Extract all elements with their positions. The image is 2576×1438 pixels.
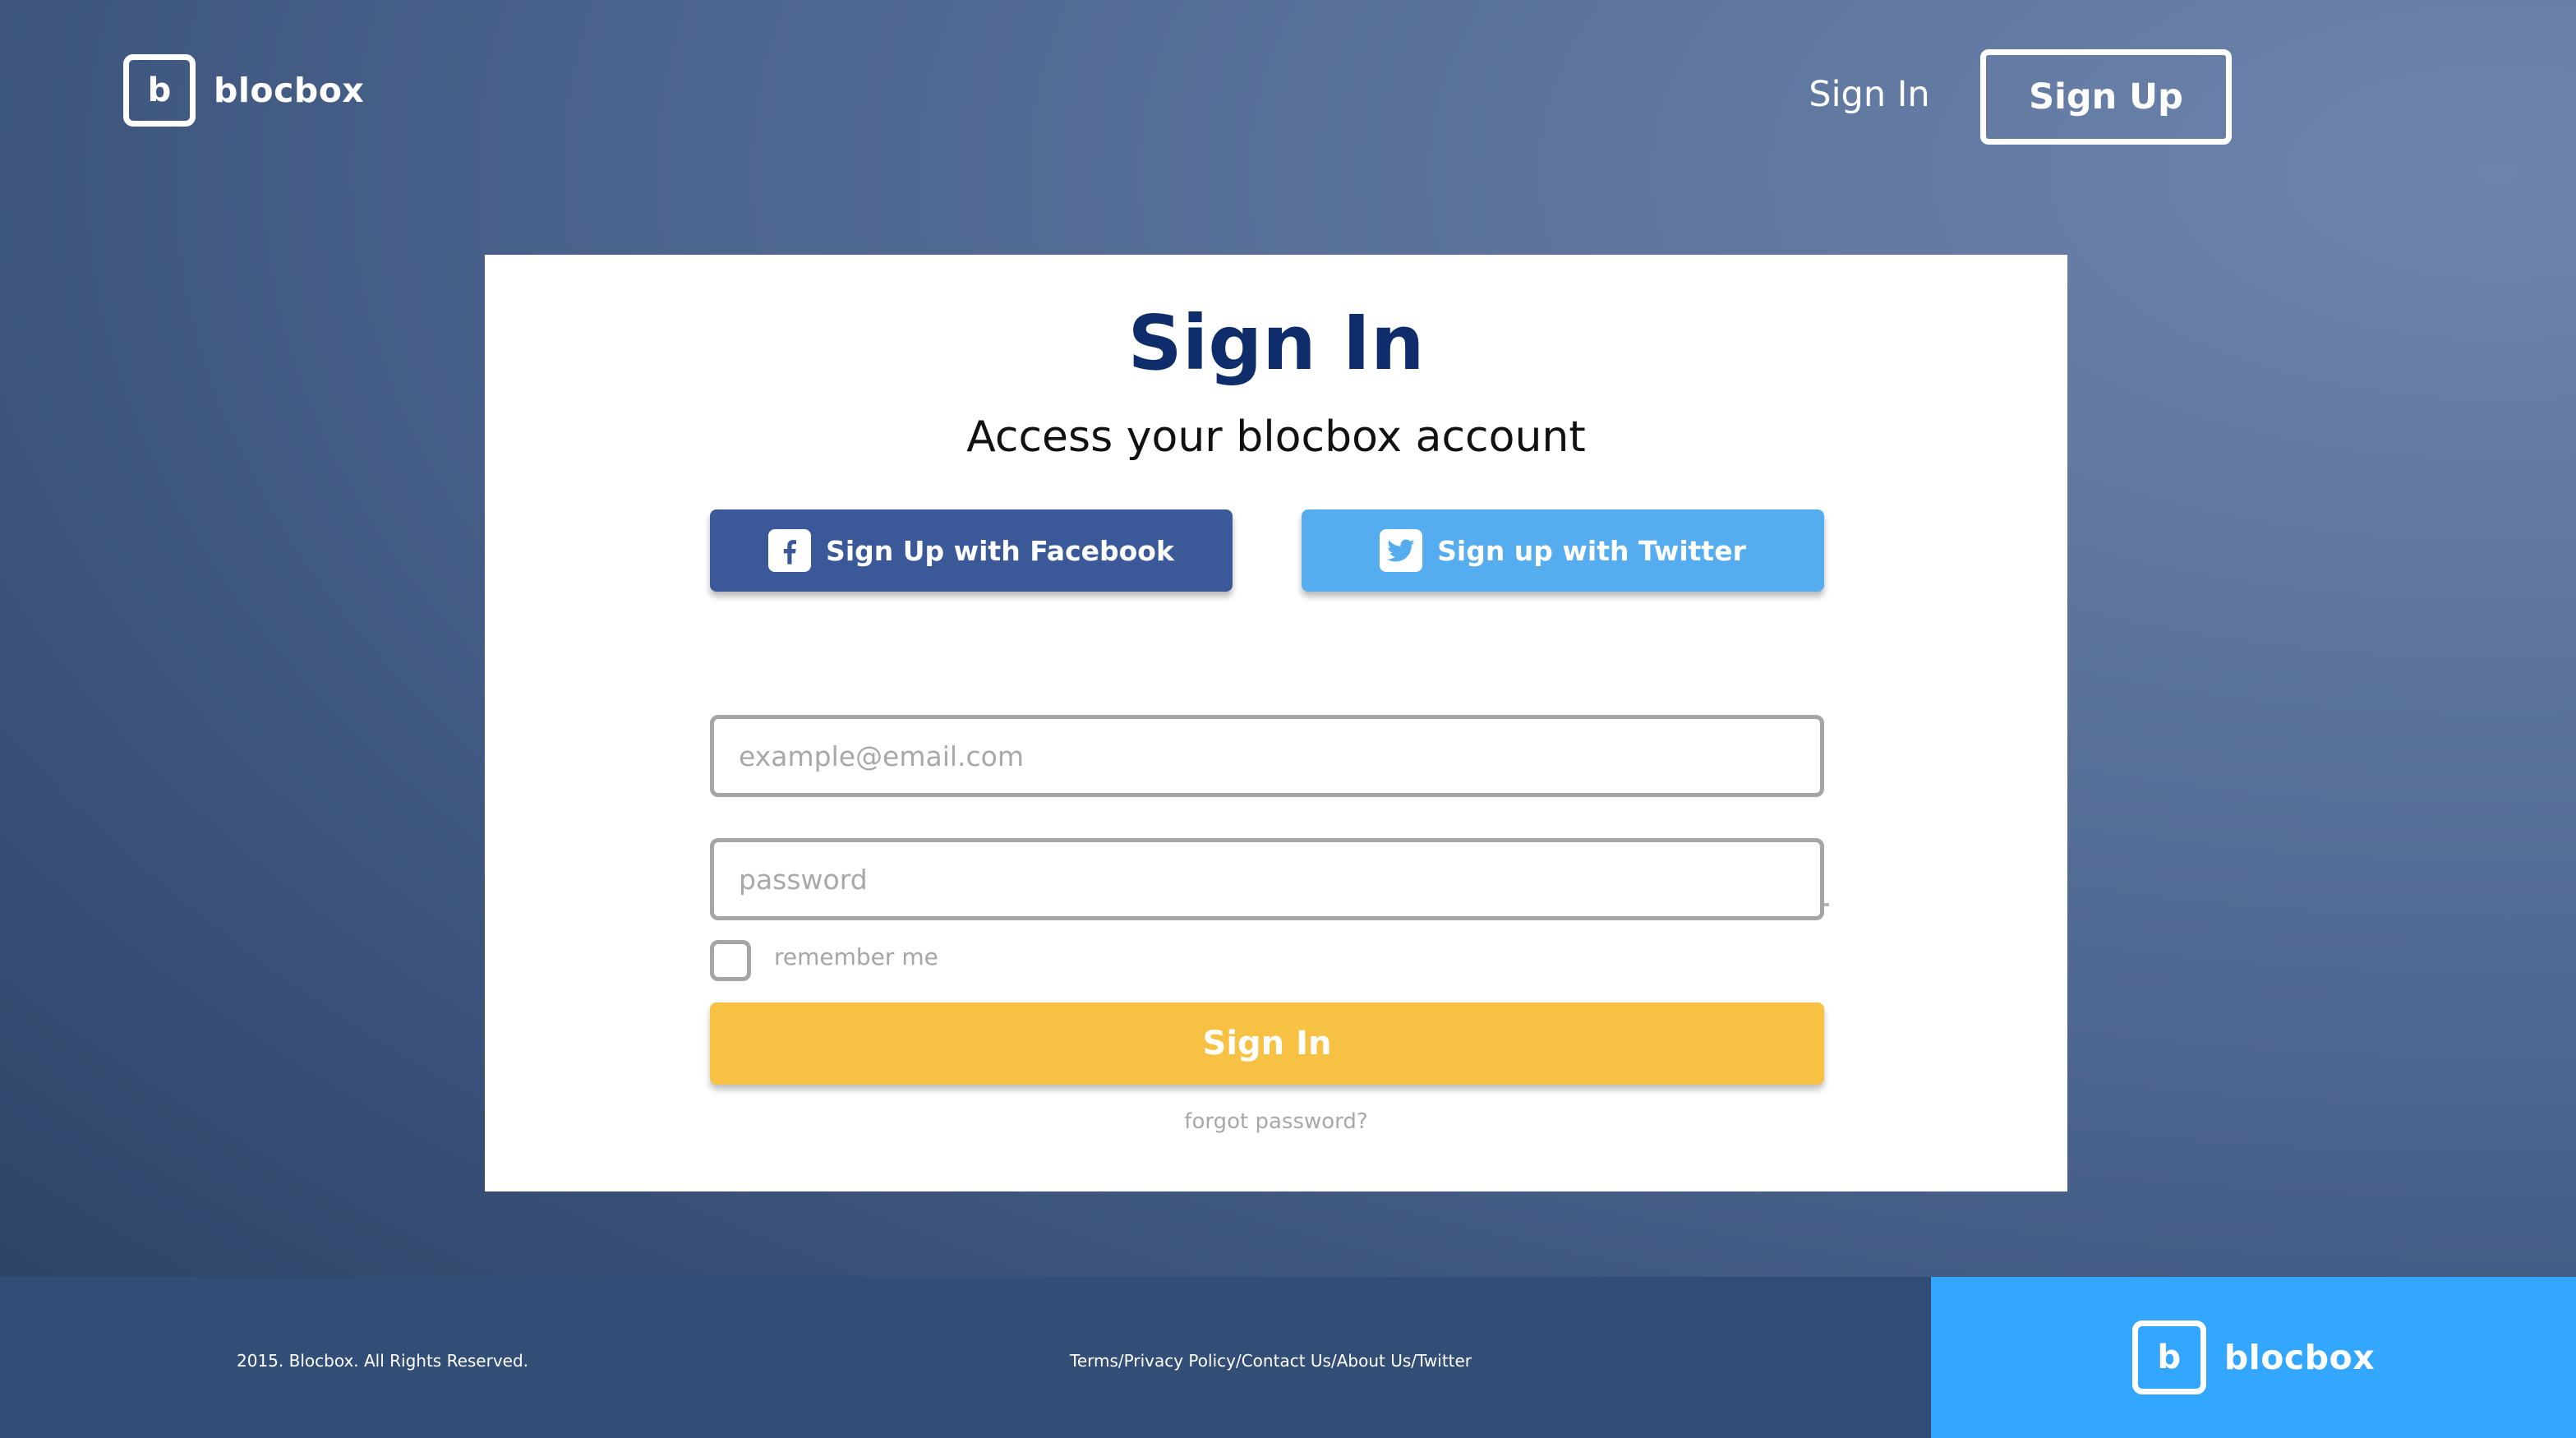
- nav-signup-button[interactable]: Sign Up: [1980, 49, 2232, 145]
- header-logo[interactable]: b blocbox: [123, 54, 364, 127]
- footer-logo-letter: b: [2157, 1339, 2182, 1376]
- footer: 2015. Blocbox. All Rights Reserved. Term…: [0, 1277, 2576, 1438]
- page-subtitle: Access your blocbox account: [966, 413, 1586, 462]
- facebook-signup-button[interactable]: Sign Up with Facebook: [710, 509, 1233, 592]
- page-title: Sign In: [1127, 299, 1425, 387]
- twitter-signup-label: Sign up with Twitter: [1437, 534, 1746, 567]
- footer-links: Terms / Privacy Policy / Contact Us / Ab…: [1070, 1351, 1472, 1371]
- forgot-password-link[interactable]: forgot password?: [485, 1109, 2067, 1134]
- password-field[interactable]: [710, 838, 1824, 920]
- footer-link-privacy[interactable]: Privacy Policy: [1124, 1351, 1236, 1371]
- footer-link-contact[interactable]: Contact Us: [1242, 1351, 1331, 1371]
- logo-icon: b: [123, 54, 196, 127]
- footer-logo-icon: b: [2131, 1320, 2206, 1394]
- twitter-signup-button[interactable]: Sign up with Twitter: [1302, 509, 1824, 592]
- facebook-signup-label: Sign Up with Facebook: [826, 534, 1174, 567]
- email-field[interactable]: [710, 715, 1824, 797]
- nav-signin-link[interactable]: Sign In: [1791, 67, 1947, 122]
- footer-brand[interactable]: b blocbox: [1931, 1277, 2576, 1438]
- remember-me-label[interactable]: remember me: [774, 943, 938, 970]
- remember-me-checkbox[interactable]: [710, 940, 751, 981]
- signin-button[interactable]: Sign In: [710, 1002, 1824, 1085]
- footer-logo-text: blocbox: [2223, 1338, 2376, 1377]
- footer-link-about[interactable]: About Us: [1337, 1351, 1412, 1371]
- footer-link-terms[interactable]: Terms: [1070, 1351, 1118, 1371]
- footer-link-twitter[interactable]: Twitter: [1417, 1351, 1472, 1371]
- footer-copyright: 2015. Blocbox. All Rights Reserved.: [237, 1351, 529, 1371]
- footer-link-separator: /: [1117, 1351, 1124, 1371]
- logo-letter: b: [147, 71, 172, 109]
- footer-link-separator: /: [1411, 1351, 1417, 1371]
- twitter-icon: [1380, 529, 1423, 572]
- facebook-icon: [768, 529, 812, 572]
- footer-link-separator: /: [1235, 1351, 1242, 1371]
- footer-link-separator: /: [1330, 1351, 1337, 1371]
- logo-text: blocbox: [214, 71, 365, 110]
- signin-card: Sign In Access your blocbox account Sign…: [485, 255, 2067, 1191]
